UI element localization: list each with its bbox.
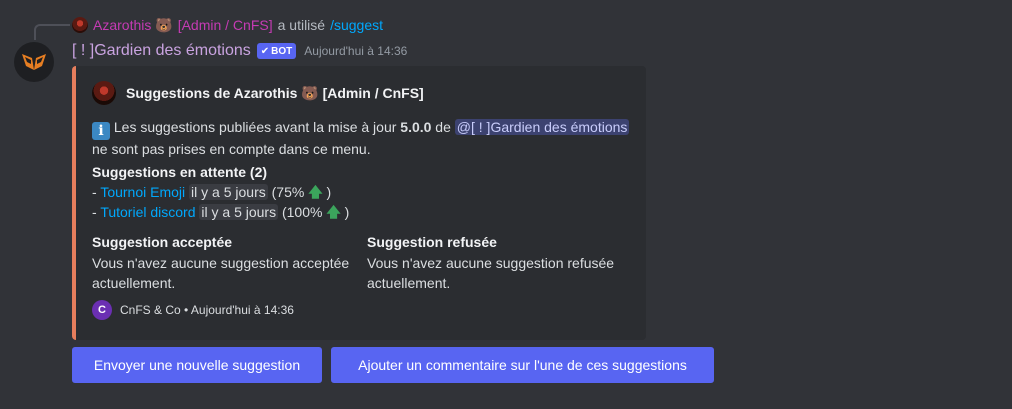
- bot-name[interactable]: [ ! ]Gardien des émotions: [72, 42, 251, 60]
- embed-author: Suggestions de Azarothis 🐻 [Admin / CnFS…: [92, 81, 424, 105]
- accepted-body: Vous n'avez aucune suggestion acceptée a…: [92, 255, 350, 291]
- pending-title: Suggestions en attente (2): [92, 164, 268, 180]
- reply-user-role: [Admin / CnFS]: [177, 17, 273, 33]
- list-item: - Tutoriel discord il y a 5 jours (100% …: [92, 202, 632, 222]
- desc-version: 5.0.0: [400, 119, 432, 135]
- info-icon: i: [92, 122, 110, 140]
- footer-logo-icon: C: [92, 300, 112, 320]
- desc-text-after: ne sont pas prises en compte dans ce men…: [92, 141, 371, 157]
- message-header: [ ! ]Gardien des émotions ✔ BOT Aujourd'…: [72, 40, 407, 62]
- bot-tag-label: BOT: [271, 45, 293, 57]
- embed-author-name: Suggestions de Azarothis 🐻 [Admin / CnFS…: [126, 84, 424, 101]
- reply-connector: [34, 24, 70, 40]
- embed-description: i Les suggestions publiées avant la mise…: [92, 118, 632, 158]
- reply-used-text: a utilisé: [277, 17, 326, 33]
- vote-stat: (100%: [278, 204, 327, 220]
- arrow-up-icon: 🡅: [308, 184, 323, 200]
- bot-tag: ✔ BOT: [256, 43, 297, 59]
- suggestions-embed: Suggestions de Azarothis 🐻 [Admin / CnFS…: [72, 66, 646, 340]
- vote-stat-close: ): [322, 184, 332, 200]
- suggestion-link-tutoriel-discord[interactable]: Tutoriel discord: [100, 204, 195, 220]
- reply-context[interactable]: Azarothis 🐻 [Admin / CnFS] a utilisé /su…: [72, 15, 383, 35]
- accepted-title: Suggestion acceptée: [92, 234, 233, 250]
- reply-user-name[interactable]: Azarothis 🐻: [93, 17, 173, 34]
- bot-mention[interactable]: @[ ! ]Gardien des émotions: [454, 119, 630, 135]
- desc-text-mid: de: [431, 119, 455, 135]
- reply-command[interactable]: /suggest: [330, 17, 383, 33]
- desc-text-before: Les suggestions publiées avant la mise à…: [110, 119, 401, 135]
- list-item: - Tournoi Emoji il y a 5 jours (75% 🡅 ): [92, 182, 632, 202]
- refused-suggestions-field: Suggestion refusée Vous n'avez aucune su…: [367, 234, 627, 293]
- suggestion-link-tournoi-emoji[interactable]: Tournoi Emoji: [100, 184, 185, 200]
- new-suggestion-button[interactable]: Envoyer une nouvelle suggestion: [72, 347, 322, 383]
- vote-stat: (75%: [267, 184, 309, 200]
- footer-text: CnFS & Co • Aujourd'hui à 14:36: [120, 303, 294, 317]
- mask-logo-icon: [22, 54, 46, 70]
- pending-suggestions-field: Suggestions en attente (2) - Tournoi Emo…: [92, 164, 632, 222]
- accepted-suggestions-field: Suggestion acceptée Vous n'avez aucune s…: [92, 234, 352, 293]
- message-timestamp[interactable]: Aujourd'hui à 14:36: [304, 44, 407, 58]
- verified-check-icon: ✔: [260, 45, 270, 57]
- author-avatar: [92, 81, 116, 105]
- arrow-up-icon: 🡅: [326, 204, 341, 220]
- relative-timestamp[interactable]: il y a 5 jours: [189, 184, 268, 200]
- refused-title: Suggestion refusée: [367, 234, 497, 250]
- reply-user-avatar[interactable]: [72, 17, 88, 33]
- embed-footer: C CnFS & Co • Aujourd'hui à 14:36: [92, 300, 294, 320]
- vote-stat-close: ): [340, 204, 350, 220]
- add-comment-button[interactable]: Ajouter un commentaire sur l'une de ces …: [331, 347, 714, 383]
- relative-timestamp[interactable]: il y a 5 jours: [199, 204, 279, 220]
- bot-avatar[interactable]: [14, 42, 54, 82]
- refused-body: Vous n'avez aucune suggestion refusée ac…: [367, 255, 615, 291]
